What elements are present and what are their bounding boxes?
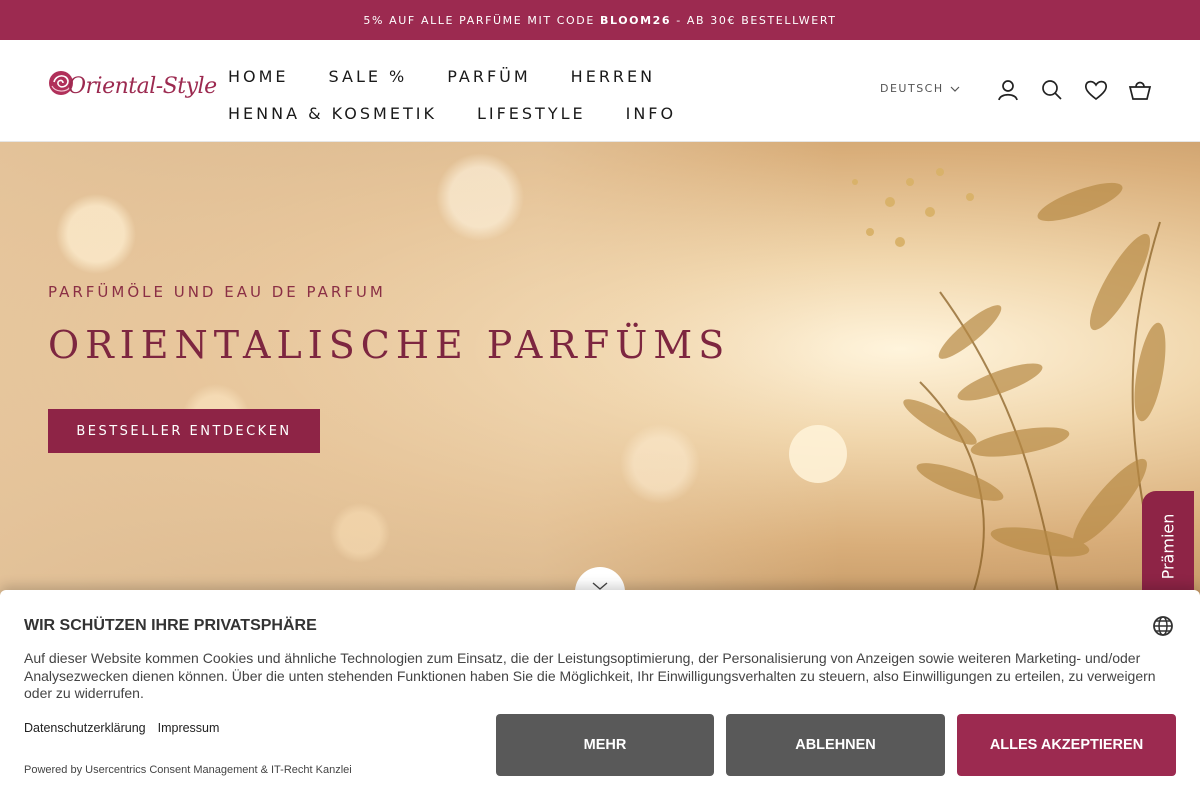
announcement-text-before: 5% AUF ALLE PARFÜME MIT CODE: [363, 13, 600, 27]
cart-icon[interactable]: [1128, 78, 1152, 102]
hero-title: ORIENTALISCHE PARFÜMS: [48, 323, 731, 367]
privacy-policy-link[interactable]: Datenschutzerklärung: [24, 721, 146, 735]
rewards-tab-label: Prämien: [1158, 513, 1178, 579]
chevron-down-icon: [950, 86, 960, 92]
language-label: DEUTSCH: [880, 82, 944, 95]
nav-item-home[interactable]: HOME: [228, 67, 289, 86]
accept-all-button[interactable]: ALLES AKZEPTIEREN: [957, 714, 1176, 776]
header-icons: [996, 78, 1152, 102]
nav-item-henna-kosmetik[interactable]: HENNA & KOSMETIK: [228, 104, 437, 123]
account-icon[interactable]: [996, 78, 1020, 102]
hero-kicker: PARFÜMÖLE UND EAU DE PARFUM: [48, 283, 386, 301]
consent-text: Auf dieser Website kommen Cookies und äh…: [24, 650, 1156, 701]
language-selector[interactable]: DEUTSCH: [880, 82, 960, 95]
nav-row-2: HENNA & KOSMETIK LIFESTYLE INFO: [228, 95, 828, 132]
consent-title: WIR SCHÜTZEN IHRE PRIVATSPHÄRE: [24, 617, 317, 634]
discount-code: BLOOM26: [600, 13, 672, 27]
consent-links: Datenschutzerklärung Impressum: [24, 721, 219, 735]
imprint-link[interactable]: Impressum: [158, 721, 220, 735]
announcement-text-after: - AB 30€ BESTELLWERT: [671, 13, 837, 27]
powered-by-text: Powered by Usercentrics Consent Manageme…: [24, 764, 352, 776]
rewards-tab[interactable]: Prämien: [1142, 491, 1194, 601]
deny-button[interactable]: ABLEHNEN: [726, 714, 945, 776]
hero-banner: PARFÜMÖLE UND EAU DE PARFUM ORIENTALISCH…: [0, 142, 1200, 602]
nav-item-lifestyle[interactable]: LIFESTYLE: [477, 104, 586, 123]
heart-icon[interactable]: [1084, 78, 1108, 102]
logo[interactable]: Oriental-Style: [48, 66, 217, 116]
nav-row-1: HOME SALE % PARFÜM HERREN: [228, 58, 828, 95]
announcement-bar: 5% AUF ALLE PARFÜME MIT CODE BLOOM26 - A…: [0, 0, 1200, 40]
main-nav: HOME SALE % PARFÜM HERREN HENNA & KOSMET…: [228, 58, 828, 132]
logo-text: Oriental-Style: [68, 74, 217, 99]
search-icon[interactable]: [1040, 78, 1064, 102]
site-header: Oriental-Style HOME SALE % PARFÜM HERREN…: [0, 40, 1200, 142]
nav-item-sale[interactable]: SALE %: [329, 67, 408, 86]
chevron-down-icon: [592, 582, 608, 590]
globe-icon[interactable]: [1152, 615, 1174, 641]
nav-item-info[interactable]: INFO: [626, 104, 676, 123]
more-button[interactable]: MEHR: [496, 714, 714, 776]
cookie-consent-banner: WIR SCHÜTZEN IHRE PRIVATSPHÄRE Auf diese…: [0, 590, 1200, 800]
nav-item-parfum[interactable]: PARFÜM: [447, 67, 530, 86]
bestseller-button[interactable]: BESTSELLER ENTDECKEN: [48, 409, 320, 453]
nav-item-herren[interactable]: HERREN: [571, 67, 655, 86]
golden-leaves-decoration: [789, 168, 1166, 602]
